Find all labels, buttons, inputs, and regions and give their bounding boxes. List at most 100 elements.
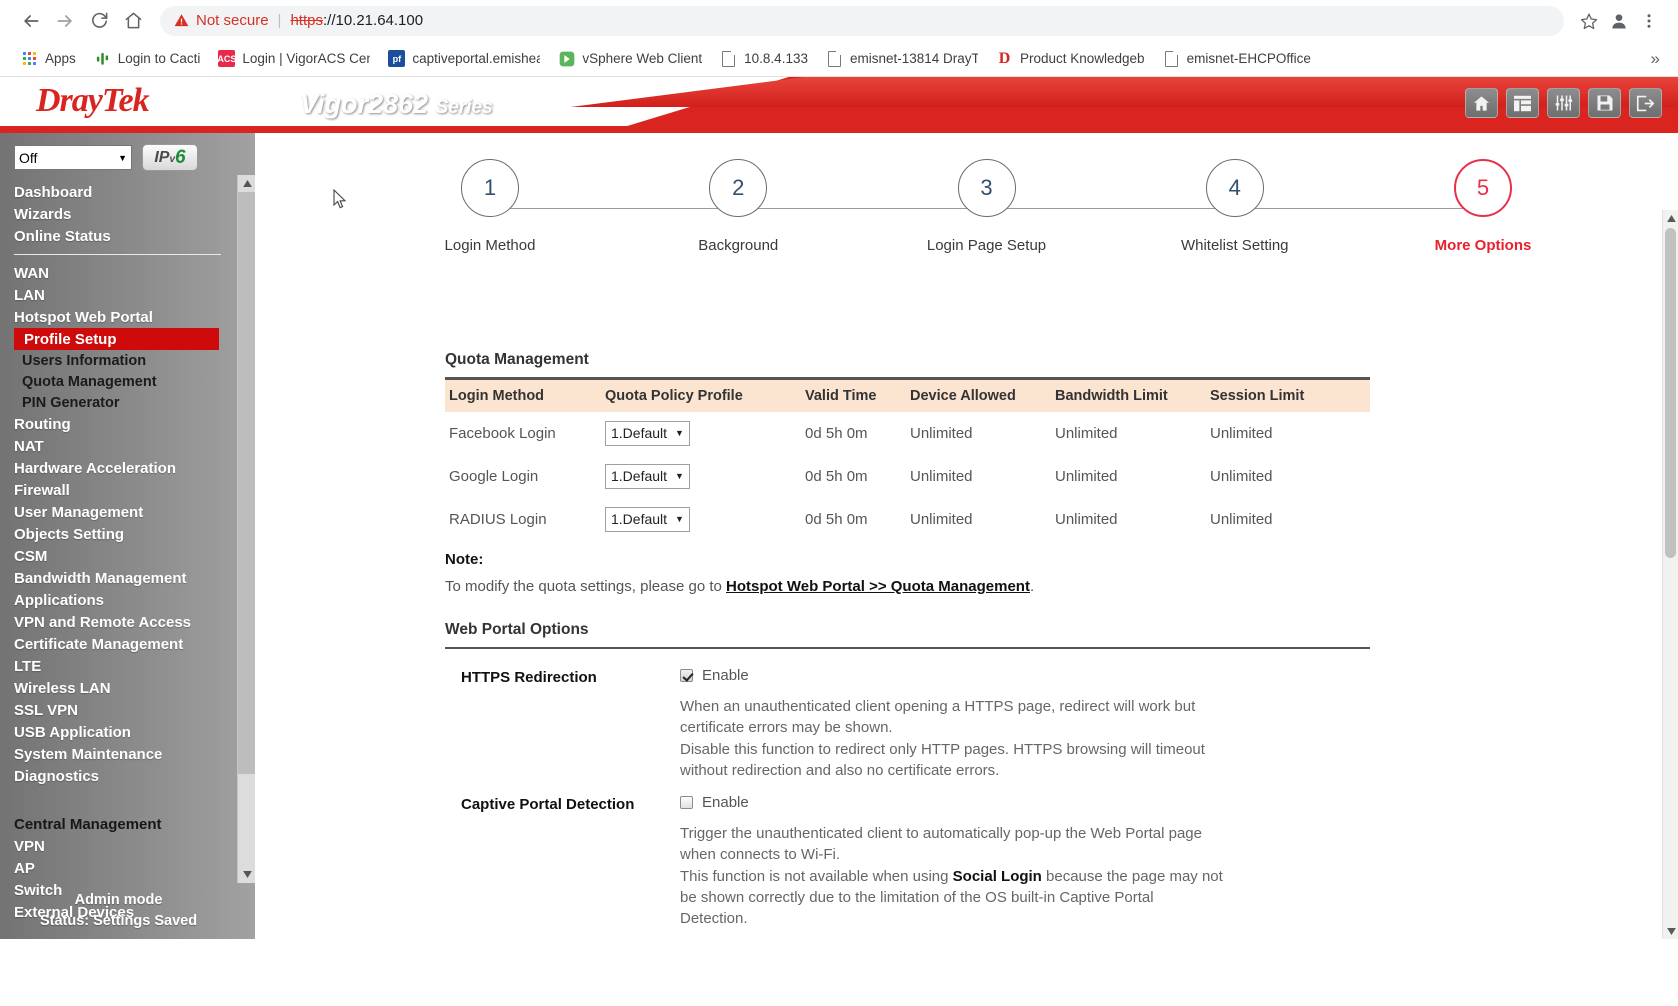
- note-prefix: To modify the quota settings, please go …: [445, 578, 726, 595]
- ipv6-button[interactable]: IPv6: [142, 144, 198, 171]
- sidebar-item-firewall[interactable]: Firewall: [0, 479, 237, 501]
- sidebar-item-wan[interactable]: WAN: [0, 262, 237, 284]
- draytek-logo[interactable]: DrayTek: [36, 82, 149, 120]
- home-icon[interactable]: [116, 4, 150, 38]
- sidebar-item-ap[interactable]: AP: [0, 857, 237, 879]
- sidebar-item-objects-setting[interactable]: Objects Setting: [0, 523, 237, 545]
- chevron-down-icon: ▼: [675, 514, 684, 524]
- scroll-up-icon[interactable]: [238, 175, 256, 192]
- bookmark-vsphere[interactable]: vSphere Web Client: [549, 47, 711, 70]
- cacti-icon: [94, 50, 111, 67]
- scroll-down-icon[interactable]: [238, 866, 256, 883]
- cell-login-method: Google Login: [445, 455, 605, 498]
- sidebar-item-wizards[interactable]: Wizards: [0, 203, 237, 225]
- document-icon: [826, 50, 843, 67]
- wizard-step-2[interactable]: 2 Background: [678, 159, 798, 254]
- quota-profile-select-google[interactable]: 1.Default ▼: [605, 464, 690, 489]
- address-bar[interactable]: Not secure | https://10.21.64.100: [160, 6, 1564, 36]
- sidebar-item-bandwidth-management[interactable]: Bandwidth Management: [0, 567, 237, 589]
- sidebar-item-hotspot-web-portal[interactable]: Hotspot Web Portal: [0, 306, 237, 328]
- router-header: DrayTek Vigor2862 Series: [0, 77, 1678, 133]
- ipv6-six: 6: [175, 147, 186, 169]
- captive-portal-detection-checkbox[interactable]: [680, 796, 693, 809]
- bookmark-product-knowledgebase[interactable]: D Product Knowledgeb: [987, 47, 1154, 70]
- sidebar-item-pin-generator[interactable]: PIN Generator: [0, 392, 237, 413]
- bookmark-emisnet-13814[interactable]: emisnet-13814 DrayT: [817, 47, 987, 70]
- quota-profile-select-radius[interactable]: 1.Default ▼: [605, 507, 690, 532]
- bookmark-emisnet-ehcpoffice[interactable]: emisnet-EHCPOffice: [1154, 47, 1320, 70]
- bookmark-login-to-cacti[interactable]: Login to Cacti: [85, 47, 210, 70]
- sidebar-item-profile-setup[interactable]: Profile Setup: [14, 328, 219, 350]
- bookmark-star-icon[interactable]: [1574, 6, 1604, 36]
- sidebar-item-users-information[interactable]: Users Information: [0, 350, 237, 371]
- home-icon[interactable]: [1465, 88, 1498, 118]
- profile-avatar-icon[interactable]: [1604, 6, 1634, 36]
- bookmarks-overflow-button[interactable]: »: [1645, 49, 1666, 69]
- wizard-step-1[interactable]: 1 Login Method: [430, 159, 550, 254]
- sidebar-item-applications[interactable]: Applications: [0, 589, 237, 611]
- bookmark-vigoracs[interactable]: ACS Login | VigorACS Cen: [209, 47, 379, 70]
- browser-window: Not secure | https://10.21.64.100 Apps: [0, 0, 1678, 1006]
- sidebar-scrollbar[interactable]: [237, 175, 255, 883]
- bookmark-apps[interactable]: Apps: [12, 47, 85, 70]
- step-number: 1: [461, 159, 519, 217]
- pf-badge: pf: [388, 50, 405, 67]
- https-redirection-checkbox[interactable]: [680, 669, 693, 682]
- wizard-step-5[interactable]: 5 More Options: [1423, 159, 1543, 254]
- cell-session-limit: Unlimited: [1210, 455, 1370, 498]
- reload-icon[interactable]: [82, 4, 116, 38]
- bookmark-10-8-4-133[interactable]: 10.8.4.133: [711, 47, 817, 70]
- sidebar-scroll-thumb[interactable]: [238, 192, 255, 774]
- quota-profile-select-facebook[interactable]: 1.Default ▼: [605, 421, 690, 446]
- sidebar-item-online-status[interactable]: Online Status: [0, 225, 237, 247]
- sidebar-item-dashboard[interactable]: Dashboard: [0, 181, 237, 203]
- back-arrow-icon[interactable]: [14, 4, 48, 38]
- cell-login-method: Facebook Login: [445, 412, 605, 455]
- select-value: 1.Default: [611, 511, 667, 527]
- save-icon[interactable]: [1588, 88, 1621, 118]
- sidebar-item-certificate-management[interactable]: Certificate Management: [0, 633, 237, 655]
- sidebar-menu: Dashboard Wizards Online Status WAN LAN …: [0, 175, 237, 923]
- sidebar-top-controls: Off ▼ IPv6: [0, 133, 255, 175]
- sidebar-item-nat[interactable]: NAT: [0, 435, 237, 457]
- https-redirection-label: HTTPS Redirection: [445, 667, 680, 781]
- sidebar-item-user-management[interactable]: User Management: [0, 501, 237, 523]
- cell-quota-policy-profile: 1.Default ▼: [605, 498, 805, 541]
- sidebar-item-diagnostics[interactable]: Diagnostics: [0, 765, 237, 787]
- quota-management-link[interactable]: Hotspot Web Portal >> Quota Management: [726, 578, 1030, 595]
- page-scrollbar[interactable]: [1662, 210, 1678, 939]
- browser-menu-icon[interactable]: [1634, 6, 1664, 36]
- sitemap-icon[interactable]: [1506, 88, 1539, 118]
- tools-icon[interactable]: [1547, 88, 1580, 118]
- sidebar-item-csm[interactable]: CSM: [0, 545, 237, 567]
- bookmark-captiveportal[interactable]: pf captiveportal.emishea: [379, 47, 549, 70]
- page-scroll-thumb[interactable]: [1665, 228, 1676, 558]
- sidebar-item-lan[interactable]: LAN: [0, 284, 237, 306]
- sidebar-item-vpn-and-remote-access[interactable]: VPN and Remote Access: [0, 611, 237, 633]
- cell-device-allowed: Unlimited: [910, 498, 1055, 541]
- wizard-step-3[interactable]: 3 Login Page Setup: [927, 159, 1047, 254]
- bookmarks-bar: Apps Login to Cacti ACS Login | VigorACS…: [0, 41, 1678, 77]
- scroll-up-icon[interactable]: [1663, 210, 1678, 226]
- bookmark-label: Login | VigorACS Cen: [242, 51, 370, 66]
- wizard-step-4[interactable]: 4 Whitelist Setting: [1175, 159, 1295, 254]
- scroll-down-icon[interactable]: [1663, 923, 1678, 939]
- sidebar-item-system-maintenance[interactable]: System Maintenance: [0, 743, 237, 765]
- sidebar-item-ssl-vpn[interactable]: SSL VPN: [0, 699, 237, 721]
- forward-arrow-icon[interactable]: [48, 4, 82, 38]
- url-text: https://10.21.64.100: [290, 12, 423, 29]
- sidebar-item-hardware-acceleration[interactable]: Hardware Acceleration: [0, 457, 237, 479]
- sidebar-item-wireless-lan[interactable]: Wireless LAN: [0, 677, 237, 699]
- bookmark-label: emisnet-EHCPOffice: [1187, 51, 1311, 66]
- sidebar-item-lte[interactable]: LTE: [0, 655, 237, 677]
- sidebar-item-routing[interactable]: Routing: [0, 413, 237, 435]
- mode-select[interactable]: Off ▼: [14, 145, 132, 170]
- sidebar-item-usb-application[interactable]: USB Application: [0, 721, 237, 743]
- logout-icon[interactable]: [1629, 88, 1662, 118]
- captive-portal-detection-description: Trigger the unauthenticated client to au…: [680, 823, 1370, 929]
- sidebar-item-central-management[interactable]: Central Management: [0, 813, 237, 835]
- sidebar-item-quota-management[interactable]: Quota Management: [0, 371, 237, 392]
- sidebar-item-vpn[interactable]: VPN: [0, 835, 237, 857]
- bookmark-label: emisnet-13814 DrayT: [850, 51, 978, 66]
- desc-line-social: This function is not available when usin…: [680, 866, 1370, 887]
